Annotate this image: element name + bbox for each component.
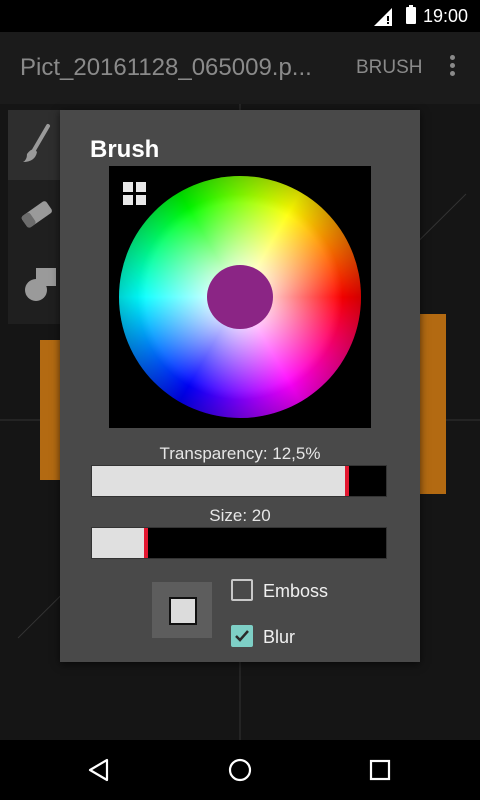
app-bar: Pict_20161128_065009.p... BRUSH bbox=[0, 32, 480, 104]
transparency-slider-thumb[interactable] bbox=[345, 466, 350, 496]
status-bar: 19:00 bbox=[0, 0, 480, 32]
transparency-slider-fill bbox=[92, 466, 350, 496]
canvas-artwork-right bbox=[418, 314, 446, 494]
eraser-icon bbox=[21, 201, 52, 228]
signal-icon bbox=[374, 8, 392, 26]
color-picker[interactable] bbox=[109, 166, 371, 428]
shapes-tool-button[interactable] bbox=[8, 250, 64, 320]
transparency-slider[interactable] bbox=[91, 465, 387, 497]
brush-mode-button[interactable]: BRUSH bbox=[356, 57, 423, 79]
selected-color-swatch[interactable] bbox=[207, 265, 273, 329]
brush-icon bbox=[23, 124, 50, 162]
blur-checkbox[interactable] bbox=[231, 625, 253, 647]
brush-dialog: Brush Transparency: 12,5% Size: 20 Embos… bbox=[60, 110, 420, 662]
more-options-icon[interactable] bbox=[440, 52, 464, 84]
size-slider-fill bbox=[92, 528, 148, 558]
eraser-tool-button[interactable] bbox=[8, 180, 64, 250]
size-slider-thumb[interactable] bbox=[143, 528, 148, 558]
document-title: Pict_20161128_065009.p... bbox=[20, 54, 312, 81]
battery-icon bbox=[406, 5, 416, 24]
home-icon[interactable] bbox=[227, 757, 253, 783]
emboss-checkbox[interactable] bbox=[231, 579, 253, 601]
size-label: Size: 20 bbox=[209, 506, 271, 525]
size-slider[interactable] bbox=[91, 527, 387, 559]
transparency-label: Transparency: 12,5% bbox=[159, 444, 321, 463]
shapes-icon bbox=[25, 268, 56, 301]
back-icon[interactable] bbox=[86, 757, 112, 783]
navigation-bar bbox=[0, 740, 480, 800]
brush-tool-button[interactable] bbox=[8, 110, 64, 180]
palette-grid-icon[interactable] bbox=[123, 182, 147, 206]
recents-icon[interactable] bbox=[367, 757, 393, 783]
status-time: 19:00 bbox=[422, 6, 468, 26]
tool-sidebar bbox=[8, 110, 64, 324]
dialog-title: Brush bbox=[90, 136, 160, 163]
checkmark-icon bbox=[235, 630, 249, 642]
brush-preview-button[interactable] bbox=[152, 582, 212, 638]
brush-preview-square bbox=[169, 597, 197, 625]
emboss-label: Emboss bbox=[263, 581, 329, 601]
blur-label: Blur bbox=[263, 627, 296, 647]
